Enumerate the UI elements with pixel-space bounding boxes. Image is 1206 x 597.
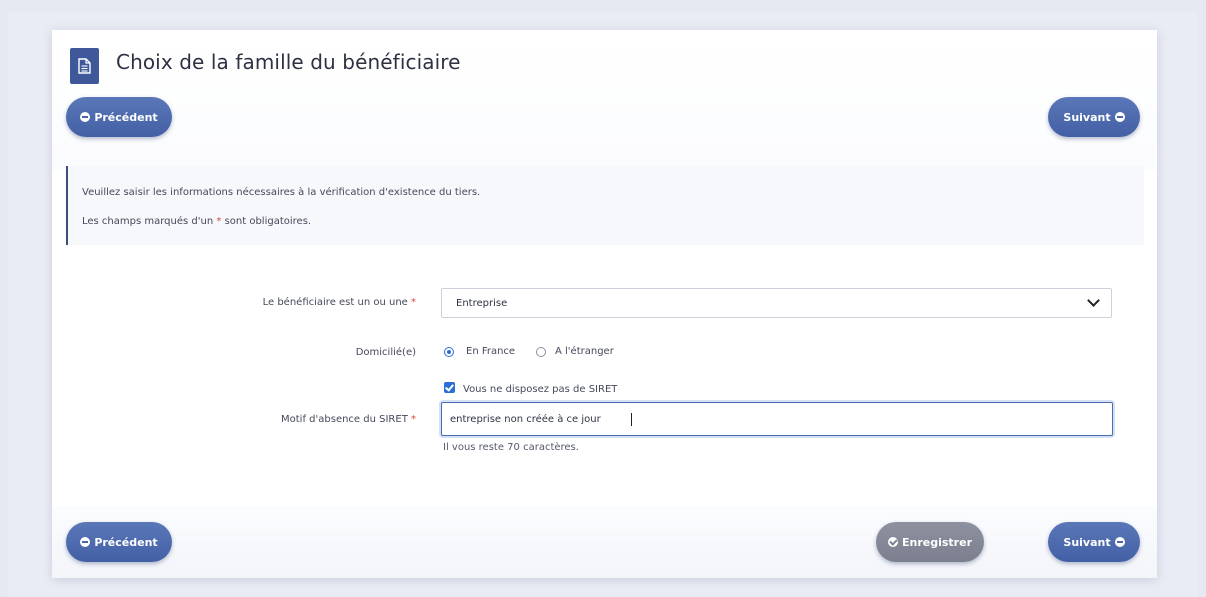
document-icon: [70, 48, 99, 84]
radio-en-france[interactable]: [444, 347, 454, 357]
next-button-label: Suivant: [1063, 535, 1111, 549]
circle-minus-icon: [1114, 537, 1125, 547]
page-title: Choix de la famille du bénéficiaire: [116, 50, 461, 74]
beneficiary-type-label-text: Le bénéficiaire est un ou une: [262, 297, 408, 308]
next-button-label: Suivant: [1063, 110, 1111, 124]
no-siret-checkbox[interactable]: [444, 382, 455, 393]
motif-label-text: Motif d'absence du SIRET: [281, 414, 408, 425]
card-footer-area: [52, 506, 1157, 578]
next-button-bottom[interactable]: Suivant: [1048, 522, 1140, 562]
info-box: Veuillez saisir les informations nécessa…: [66, 166, 1144, 245]
motif-input[interactable]: [441, 402, 1113, 436]
next-button-top[interactable]: Suivant: [1048, 97, 1140, 137]
info-line-2: Les champs marqués d'un * sont obligatoi…: [82, 216, 311, 227]
circle-minus-icon: [80, 112, 91, 122]
required-star: *: [216, 216, 222, 227]
character-counter: Il vous reste 70 caractères.: [443, 442, 579, 453]
radio-en-france-label: En France: [466, 346, 516, 357]
text-cursor: [631, 413, 632, 426]
required-star: *: [411, 414, 416, 425]
motif-label: Motif d'absence du SIRET *: [192, 414, 416, 425]
info-line-1: Veuillez saisir les informations nécessa…: [82, 187, 481, 198]
beneficiary-type-select[interactable]: Entreprise: [441, 288, 1112, 318]
required-star: *: [411, 297, 416, 308]
chevron-down-icon: [1087, 294, 1100, 307]
save-button[interactable]: Enregistrer: [876, 522, 984, 562]
radio-etranger[interactable]: [536, 347, 546, 357]
radio-etranger-label: A l'étranger: [555, 346, 614, 357]
beneficiary-type-label: Le bénéficiaire est un ou une *: [192, 297, 416, 308]
previous-button-label: Précédent: [94, 110, 158, 124]
circle-minus-icon: [80, 537, 91, 547]
info-line-2-before: Les champs marqués d'un: [82, 216, 214, 227]
no-siret-label: Vous ne disposez pas de SIRET: [463, 384, 618, 395]
circle-minus-icon: [1114, 112, 1125, 122]
previous-button-bottom[interactable]: Précédent: [66, 522, 172, 562]
previous-button-top[interactable]: Précédent: [66, 97, 172, 137]
info-line-2-after: sont obligatoires.: [224, 216, 312, 227]
form-card: Choix de la famille du bénéficiaire Préc…: [52, 30, 1157, 578]
domicile-label: Domicilié(e): [355, 347, 416, 358]
beneficiary-type-value: Entreprise: [456, 298, 508, 309]
check-circle-icon: [888, 537, 898, 547]
save-button-label: Enregistrer: [902, 535, 972, 549]
previous-button-label: Précédent: [94, 535, 158, 549]
